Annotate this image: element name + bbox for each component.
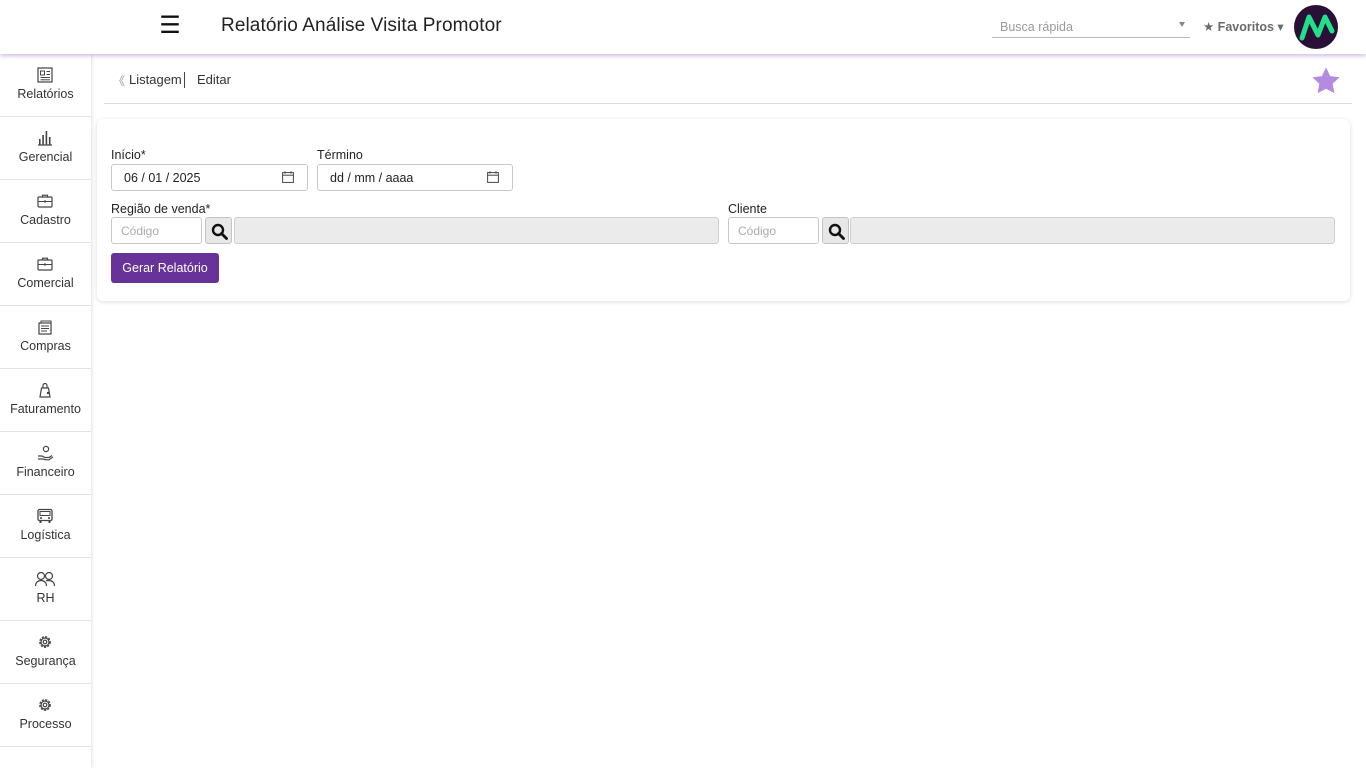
sidebar-item-comercial[interactable]: Comercial	[0, 243, 91, 306]
cliente-code-placeholder: Código	[738, 224, 777, 238]
hamburger-menu-icon[interactable]: ☰	[158, 11, 182, 41]
sidebar-item-seguranca[interactable]: Segurança	[0, 621, 91, 684]
favorite-star-button[interactable]	[1310, 65, 1342, 97]
inicio-date-value: 06 / 01 / 2025	[124, 171, 201, 185]
money-hand-icon	[38, 445, 54, 461]
sidebar-item-compras[interactable]: Compras	[0, 306, 91, 369]
termino-label: Término	[317, 148, 363, 162]
sidebar-item-label: Logística	[20, 528, 71, 542]
sidebar-item-logistica[interactable]: Logística	[0, 495, 91, 558]
sidebar-item-relatorios[interactable]: Relatórios	[0, 54, 91, 117]
sidebar: Relatórios Gerencial Cadastro Comercial …	[0, 54, 91, 768]
chevron-down-icon	[1179, 22, 1185, 27]
sidebar-item-rh[interactable]: RH	[0, 558, 91, 621]
search-icon	[211, 223, 228, 240]
cliente-label: Cliente	[728, 202, 767, 216]
cliente-code-input[interactable]: Código	[728, 217, 819, 244]
sidebar-item-gerencial[interactable]: Gerencial	[0, 117, 91, 180]
sidebar-item-label: Relatórios	[17, 87, 74, 101]
quick-search-select[interactable]: Busca rápida	[992, 16, 1190, 38]
people-icon	[34, 571, 56, 587]
regiao-code-input[interactable]: Código	[111, 217, 202, 244]
top-bar: ☰ Relatório Análise Visita Promotor Busc…	[0, 0, 1366, 54]
sidebar-item-label: Cadastro	[20, 213, 71, 227]
double-chevron-left-icon[interactable]: 《	[113, 72, 125, 89]
regiao-code-placeholder: Código	[121, 224, 160, 238]
gerar-relatorio-button[interactable]: Gerar Relatório	[111, 253, 219, 283]
stacked-documents-icon	[38, 320, 52, 335]
sidebar-item-label: RH	[36, 591, 55, 605]
gear-icon	[39, 699, 51, 711]
briefcase-icon	[37, 257, 53, 271]
sidebar-item-label: Financeiro	[16, 465, 75, 479]
briefcase-icon	[37, 194, 53, 208]
termino-date-value: dd / mm / aaaa	[330, 171, 414, 185]
newspaper-icon	[37, 67, 53, 83]
sidebar-item-label: Compras	[20, 339, 71, 353]
filter-form-card: Início* 06 / 01 / 2025 Término dd / mm /…	[97, 119, 1350, 301]
breadcrumb-editar-link[interactable]: Editar	[197, 72, 231, 87]
termino-date-input[interactable]: dd / mm / aaaa	[317, 164, 513, 191]
sidebar-item-label: Comercial	[17, 276, 74, 290]
cliente-search-button[interactable]	[822, 217, 849, 244]
favorites-dropdown[interactable]: ★ Favoritos ▾	[1203, 19, 1284, 34]
breadcrumb-separator	[184, 72, 185, 88]
company-logo[interactable]	[1294, 5, 1338, 49]
sidebar-item-faturamento[interactable]: Faturamento	[0, 369, 91, 432]
sidebar-item-financeiro[interactable]: Financeiro	[0, 432, 91, 495]
cliente-description-field	[850, 217, 1335, 244]
page-title: Relatório Análise Visita Promotor	[221, 15, 502, 36]
regiao-search-button[interactable]	[205, 217, 232, 244]
header-divider	[104, 103, 1352, 104]
search-icon	[828, 223, 845, 240]
sidebar-item-label: Processo	[19, 717, 72, 731]
gear-icon	[39, 636, 51, 648]
sidebar-item-cadastro[interactable]: Cadastro	[0, 180, 91, 243]
sidebar-item-label: Gerencial	[18, 150, 73, 164]
logo-mark-icon	[1299, 14, 1335, 41]
regiao-venda-label: Região de venda*	[111, 202, 211, 216]
receipt-bag-icon	[39, 382, 51, 398]
star-icon	[1312, 67, 1340, 94]
calendar-icon[interactable]	[487, 171, 499, 183]
breadcrumb-listagem-link[interactable]: Listagem	[129, 72, 182, 87]
sidebar-item-label: Segurança	[15, 654, 76, 668]
regiao-description-field	[234, 217, 719, 244]
truck-icon	[37, 508, 53, 523]
calendar-icon[interactable]	[282, 171, 294, 183]
quick-search-placeholder: Busca rápida	[1000, 20, 1073, 34]
sidebar-item-processo[interactable]: Processo	[0, 684, 91, 747]
sidebar-item-label: Faturamento	[10, 402, 81, 416]
inicio-label: Início*	[111, 148, 146, 162]
bar-chart-icon	[38, 131, 52, 146]
inicio-date-input[interactable]: 06 / 01 / 2025	[111, 164, 308, 191]
